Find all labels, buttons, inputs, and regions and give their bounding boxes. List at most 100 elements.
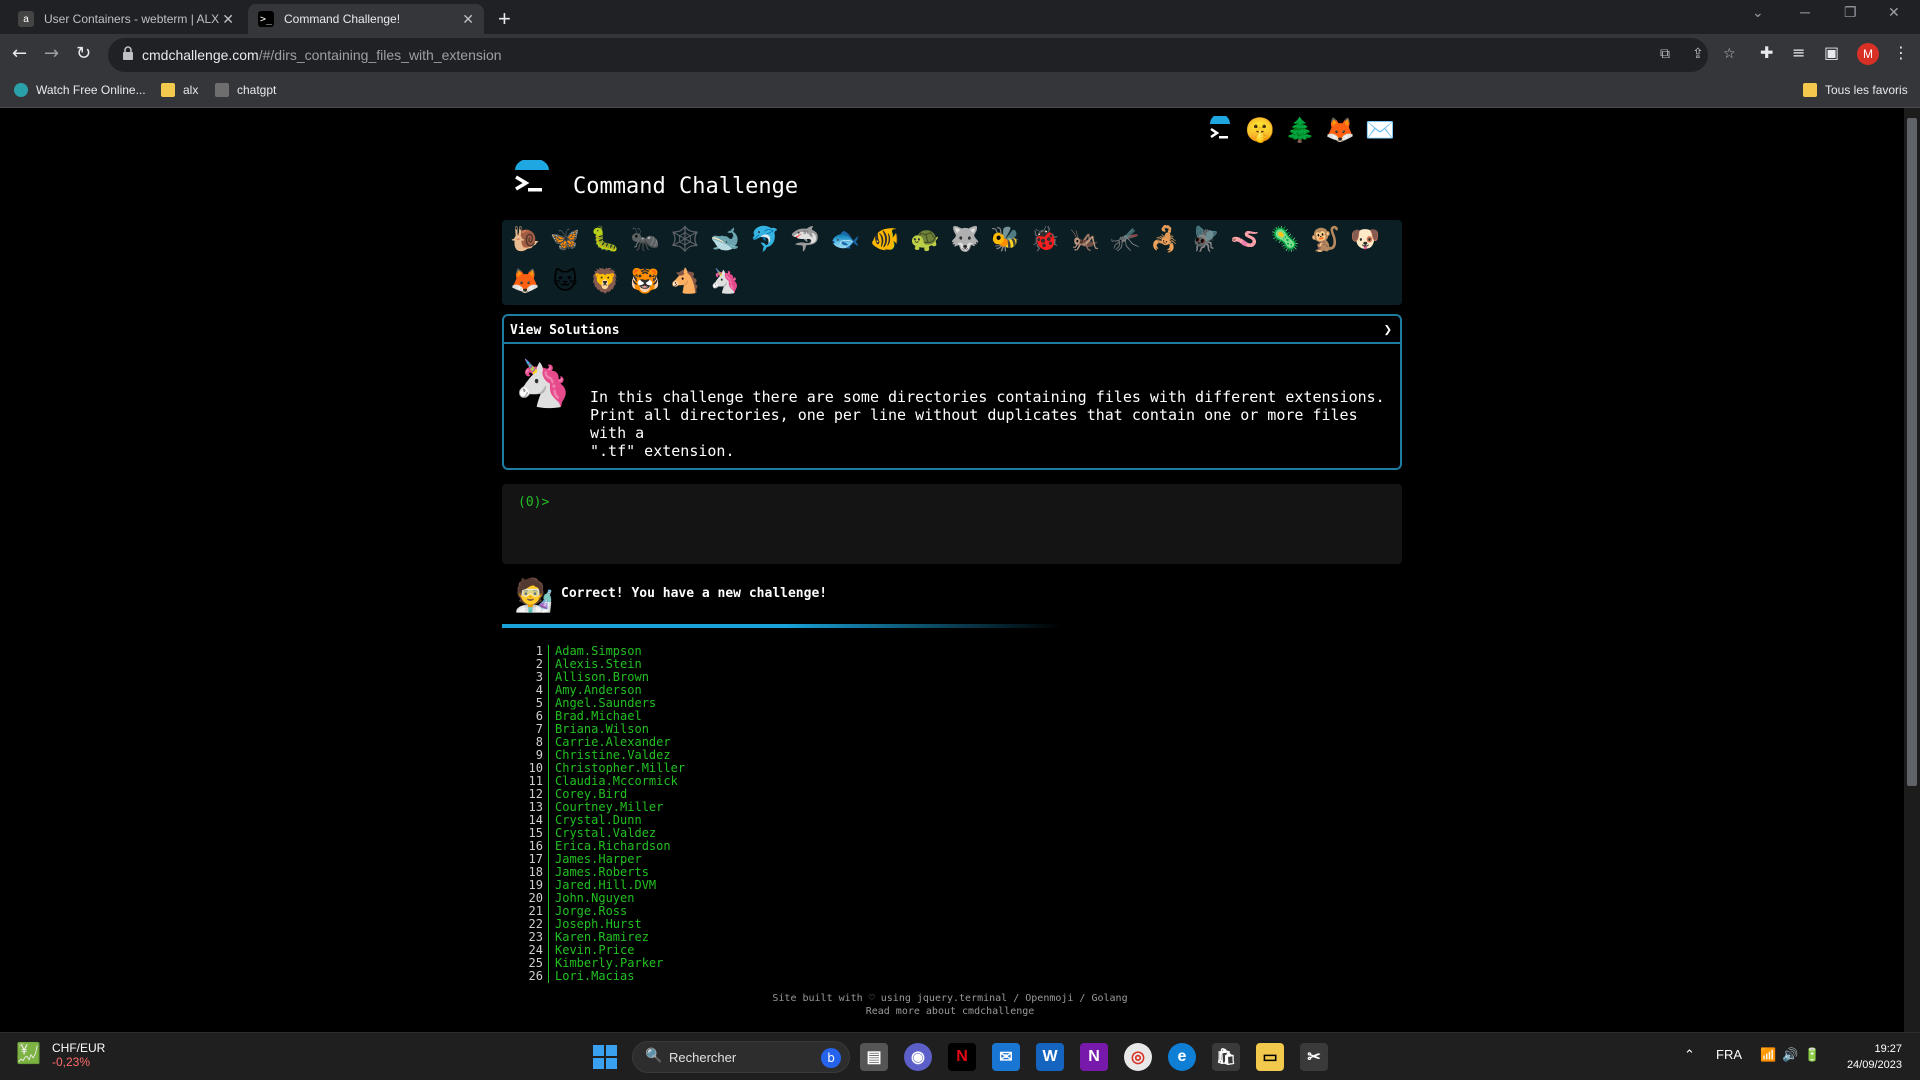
terminal-icon[interactable]	[1200, 112, 1240, 148]
gitlab-icon[interactable]: 🦊	[1320, 112, 1360, 148]
mail-icon[interactable]: ✉️	[1360, 112, 1400, 148]
line-number: 6	[535, 709, 543, 723]
level-levels_row2-3-icon[interactable]: 🦁	[588, 264, 622, 298]
level-levels_row1-3-icon[interactable]: 🐛	[588, 222, 622, 256]
address-bar[interactable]: cmdchallenge.com/#/dirs_containing_files…	[108, 38, 1736, 72]
description-line: Print all directories, one per line with…	[590, 406, 1358, 442]
menu-icon[interactable]: ⋮	[1893, 43, 1909, 62]
currency-widget[interactable]: 💹 CHF/EUR -0,23%	[16, 1041, 105, 1069]
level-levels_row1-18-icon[interactable]: 🪰	[1188, 222, 1222, 256]
side-panel-icon[interactable]: ▣	[1824, 43, 1839, 62]
close-icon[interactable]: ✕	[462, 11, 474, 28]
line-number: 3	[535, 670, 543, 684]
view-solutions-label: View Solutions	[510, 323, 620, 338]
level-levels_row1-5-icon[interactable]: 🕸️	[668, 222, 702, 256]
windows-start-icon[interactable]	[593, 1045, 617, 1069]
output-list: 1 Adam.Simpson 2 Alexis.Stein 3 Allison.Brown…	[520, 645, 685, 983]
url-text[interactable]: cmdchallenge.com/#/dirs_containing_files…	[142, 47, 502, 63]
task-view-icon[interactable]: ▤	[860, 1043, 888, 1071]
level-levels_row2-5-icon[interactable]: 🐴	[668, 264, 702, 298]
level-levels_row1-13-icon[interactable]: 🐝	[988, 222, 1022, 256]
store-icon[interactable]: 🛍	[1212, 1043, 1240, 1071]
level-levels_row1-21-icon[interactable]: 🐒	[1308, 222, 1342, 256]
level-levels_row1-22-icon[interactable]: 🐶	[1348, 222, 1382, 256]
bookmark-label: chatgpt	[237, 83, 277, 97]
minimize-icon[interactable]: ─	[1800, 4, 1810, 20]
level-levels_row1-17-icon[interactable]: 🦂	[1148, 222, 1182, 256]
level-levels_row2-6-icon[interactable]: 🦄	[708, 264, 742, 298]
profile-avatar[interactable]: M	[1857, 43, 1879, 65]
back-icon[interactable]: ←	[12, 43, 27, 64]
bookmark-alx[interactable]: alx	[161, 83, 198, 97]
word-app-icon[interactable]: W	[1036, 1043, 1064, 1071]
scrollbar-thumb[interactable]	[1907, 118, 1917, 786]
line-separator	[548, 866, 549, 879]
level-levels_row1-15-icon[interactable]: 🦗	[1068, 222, 1102, 256]
mail-app-icon[interactable]: ✉	[992, 1043, 1020, 1071]
level-levels_row1-1-icon[interactable]: 🐌	[508, 222, 542, 256]
translate-icon[interactable]: ⧉	[1660, 46, 1670, 62]
chat-icon[interactable]: ◉	[904, 1043, 932, 1071]
search-icon: 🔍	[645, 1048, 663, 1064]
chevron-up-icon[interactable]: ⌃	[1684, 1047, 1695, 1063]
taskbar-search[interactable]: 🔍 Rechercher b	[632, 1041, 850, 1073]
tab-user-containers[interactable]: a User Containers - webterm | ALX ✕	[8, 4, 244, 34]
tree-icon[interactable]: 🌲	[1280, 112, 1320, 148]
level-levels_row1-11-icon[interactable]: 🐢	[908, 222, 942, 256]
chrome-icon[interactable]: ◎	[1124, 1043, 1152, 1071]
level-levels_row2-1-icon[interactable]: 🦊	[508, 264, 542, 298]
close-icon[interactable]: ✕	[222, 11, 234, 28]
level-levels_row1-10-icon[interactable]: 🐠	[868, 222, 902, 256]
media-queue-icon[interactable]: ≡	[1792, 43, 1805, 62]
file-explorer-icon[interactable]: ▭	[1256, 1043, 1284, 1071]
share-icon[interactable]: ⇪	[1692, 46, 1704, 62]
tab-command-challenge[interactable]: >_ Command Challenge! ✕	[248, 4, 484, 34]
level-levels_row1-7-icon[interactable]: 🐬	[748, 222, 782, 256]
bing-icon[interactable]: b	[821, 1048, 841, 1068]
level-levels_row1-2-icon[interactable]: 🦋	[548, 222, 582, 256]
mask-icon[interactable]: 🤫	[1240, 112, 1280, 148]
line-number: 26	[528, 969, 543, 983]
snipping-tool-icon[interactable]: ✂	[1300, 1043, 1328, 1071]
chevron-right-icon[interactable]: ❯	[1384, 322, 1392, 338]
bookmark-watch-free[interactable]: Watch Free Online...	[14, 83, 146, 97]
level-levels_row1-8-icon[interactable]: 🦈	[788, 222, 822, 256]
line-separator	[548, 749, 549, 762]
output-row: 26 Lori.Macias	[520, 970, 685, 983]
view-solutions-toggle[interactable]: View Solutions ❯	[504, 316, 1400, 344]
level-levels_row1-6-icon[interactable]: 🐋	[708, 222, 742, 256]
battery-icon[interactable]: 🔋	[1804, 1047, 1820, 1063]
restore-icon[interactable]: ❐	[1844, 4, 1857, 21]
level-levels_row1-4-icon[interactable]: 🐜	[628, 222, 662, 256]
line-separator	[548, 918, 549, 931]
wifi-icon[interactable]: 📶	[1760, 1047, 1776, 1063]
level-levels_row2-2-icon[interactable]: 🐱	[548, 264, 582, 298]
netflix-icon[interactable]: N	[948, 1043, 976, 1071]
volume-icon[interactable]: 🔊	[1782, 1047, 1798, 1063]
bookmark-chatgpt[interactable]: chatgpt	[215, 83, 276, 97]
level-levels_row1-14-icon[interactable]: 🐞	[1028, 222, 1062, 256]
close-window-icon[interactable]: ✕	[1888, 4, 1900, 21]
extensions-icon[interactable]: ✚	[1760, 43, 1773, 62]
language-indicator[interactable]: FRA	[1716, 1047, 1742, 1062]
forward-icon[interactable]: →	[44, 43, 59, 64]
bookmark-star-icon[interactable]: ☆	[1723, 46, 1736, 62]
clock[interactable]: 19:27 24/09/2023	[1826, 1041, 1902, 1073]
footer-credits: Site built with ♡ using jquery.terminal …	[772, 993, 1128, 1004]
terminal-input[interactable]: (0)>	[502, 484, 1402, 564]
edge-icon[interactable]: e	[1168, 1043, 1196, 1071]
bookmark-label: alx	[183, 83, 199, 97]
footer-about-link[interactable]: Read more about cmdchallenge	[650, 1005, 1250, 1018]
level-levels_row1-9-icon[interactable]: 🐟	[828, 222, 862, 256]
onenote-icon[interactable]: N	[1080, 1043, 1108, 1071]
level-levels_row1-16-icon[interactable]: 🦟	[1108, 222, 1142, 256]
new-tab-button[interactable]: +	[498, 6, 511, 32]
scrollbar[interactable]	[1904, 108, 1920, 1032]
level-levels_row2-4-icon[interactable]: 🐯	[628, 264, 662, 298]
level-levels_row1-19-icon[interactable]: 🪱	[1228, 222, 1262, 256]
reload-icon[interactable]: ↻	[76, 43, 91, 64]
level-levels_row1-12-icon[interactable]: 🐺	[948, 222, 982, 256]
bookmark-all-favorites[interactable]: Tous les favoris	[1803, 83, 1908, 97]
tab-search-icon[interactable]: ⌄	[1752, 4, 1764, 21]
level-levels_row1-20-icon[interactable]: 🦠	[1268, 222, 1302, 256]
